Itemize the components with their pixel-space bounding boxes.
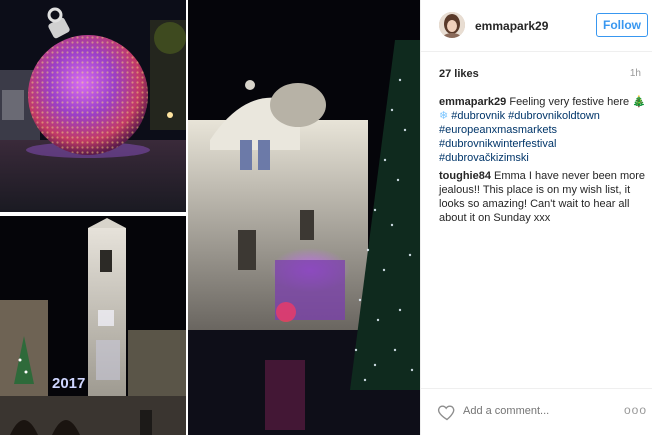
comments-section: emmapark29 Feeling very festive here 🎄 ❄… xyxy=(439,95,649,229)
post-meta: 27 likes 1h xyxy=(439,68,647,80)
photo-collage: 2017 xyxy=(0,0,420,435)
heart-icon[interactable] xyxy=(437,402,457,422)
hashtag-link[interactable]: #dubrovačkizimski xyxy=(439,152,529,164)
comment-item: toughie84 Emma I have never been more je… xyxy=(439,169,649,225)
tree-icon: 🎄 xyxy=(632,96,646,108)
post-photo[interactable]: 2017 xyxy=(0,0,420,435)
snowflake-icon: ❄ xyxy=(439,110,449,122)
comment-username[interactable]: toughie84 xyxy=(439,170,491,182)
tower-photo: 2017 xyxy=(0,216,186,435)
caption: emmapark29 Feeling very festive here 🎄 ❄… xyxy=(439,95,649,165)
more-options-icon[interactable]: ooo xyxy=(624,403,647,417)
avatar[interactable] xyxy=(439,12,465,38)
hashtag-link[interactable]: #dubrovnik xyxy=(451,110,505,122)
year-sign: 2017 xyxy=(52,375,85,392)
add-comment-input[interactable] xyxy=(463,405,583,417)
hashtag-link[interactable]: #europeanxmasmarkets xyxy=(439,124,557,136)
church-photo xyxy=(188,0,420,435)
likes-count[interactable]: 27 likes xyxy=(439,68,479,80)
caption-text: Feeling very festive here xyxy=(509,96,630,108)
hashtag-link[interactable]: #dubrovnikoldtown xyxy=(508,110,600,122)
post-details-panel: emmapark29 Follow 27 likes 1h emmapark29… xyxy=(420,0,652,435)
follow-button[interactable]: Follow xyxy=(596,13,648,37)
username-link[interactable]: emmapark29 xyxy=(475,19,548,33)
caption-username[interactable]: emmapark29 xyxy=(439,96,506,108)
hashtag-link[interactable]: #dubrovnikwinterfestival xyxy=(439,138,556,150)
post-time[interactable]: 1h xyxy=(630,68,641,79)
post-header: emmapark29 Follow xyxy=(421,0,652,52)
ornament-photo xyxy=(0,0,186,212)
post-footer: ooo xyxy=(421,388,652,435)
